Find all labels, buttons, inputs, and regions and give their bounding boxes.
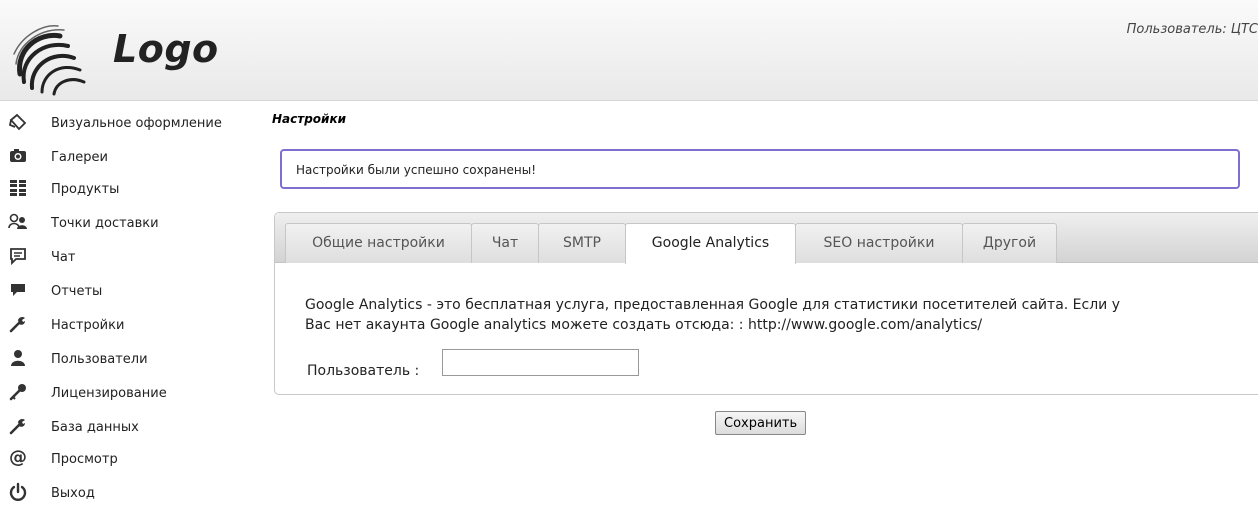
logo-swirl-icon [13,25,86,96]
tab-smtp[interactable]: SMTP [538,223,626,263]
sidebar-item-products[interactable]: Продукты [0,172,260,202]
sidebar-item-label: Точки доставки [51,216,159,231]
page-title: Настройки [272,112,347,126]
sidebar-item-database[interactable]: База данных [0,410,260,440]
sidebar-item-delivery-points[interactable]: Точки доставки [0,206,260,236]
sidebar-item-logout[interactable]: Выход [0,476,260,506]
logo-text: Logo [113,27,219,71]
sidebar-item-label: Просмотр [51,452,118,467]
description-line-2: Вас нет акаунта Google analytics можете … [305,317,983,333]
current-user-label: Пользователь: ЦТС [1126,22,1258,37]
sidebar-item-label: Галереи [51,150,108,165]
tab-other[interactable]: Другой [962,223,1057,263]
chat-bubble-icon [8,246,28,266]
sidebar-item-label: Выход [51,486,95,501]
sidebar-item-label: Чат [51,250,76,265]
sidebar-item-label: Пользователи [51,352,148,367]
sidebar-item-licensing[interactable]: Лицензирование [0,376,260,406]
wrench-icon [8,416,28,436]
success-alert: Настройки были успешно сохранены! [280,149,1240,189]
sidebar-item-settings[interactable]: Настройки [0,308,260,338]
sidebar-item-reports[interactable]: Отчеты [0,274,260,304]
sidebar-item-label: Визуальное оформление [51,116,222,131]
tab-chat[interactable]: Чат [471,223,539,263]
alert-message: Настройки были успешно сохранены! [296,163,537,177]
sidebar-item-label: Настройки [51,318,125,333]
boxes-icon [8,178,28,198]
save-button[interactable]: Сохранить [715,411,807,435]
sidebar-item-label: Продукты [51,182,120,197]
header: Logo Пользователь: ЦТС [0,0,1258,101]
tab-seo-settings[interactable]: SEO настройки [795,223,963,263]
wrench-icon [8,314,28,334]
sidebar-item-label: Отчеты [51,284,103,299]
tab-google-analytics[interactable]: Google Analytics [625,223,796,264]
sidebar-item-visual-design[interactable]: Визуальное оформление [0,106,260,136]
tab-bar: Общие настройки Чат SMTP Google Analytic… [275,213,1258,264]
camera-icon [8,146,28,166]
user-field-label: Пользователь : [307,363,420,379]
sidebar-item-users[interactable]: Пользователи [0,342,260,372]
tab-content: Google Analytics - это бесплатная услуга… [305,295,1243,335]
comment-icon [8,280,28,300]
key-icon [8,382,28,402]
delivery-users-icon [8,212,28,232]
sidebar-item-chat[interactable]: Чат [0,240,260,270]
at-icon: @ [9,447,27,468]
sidebar-item-preview[interactable]: @ Просмотр [0,442,260,472]
sidebar-item-label: База данных [51,420,139,435]
power-icon [8,482,28,502]
settings-panel: Общие настройки Чат SMTP Google Analytic… [274,212,1258,395]
tab-general-settings[interactable]: Общие настройки [285,223,472,263]
palette-icon [8,112,28,132]
sidebar-item-galleries[interactable]: Галереи [0,140,260,170]
user-icon [8,348,28,368]
analytics-user-input[interactable] [442,349,639,376]
description-line-1: Google Analytics - это бесплатная услуга… [305,297,1120,313]
sidebar-item-label: Лицензирование [51,386,167,401]
